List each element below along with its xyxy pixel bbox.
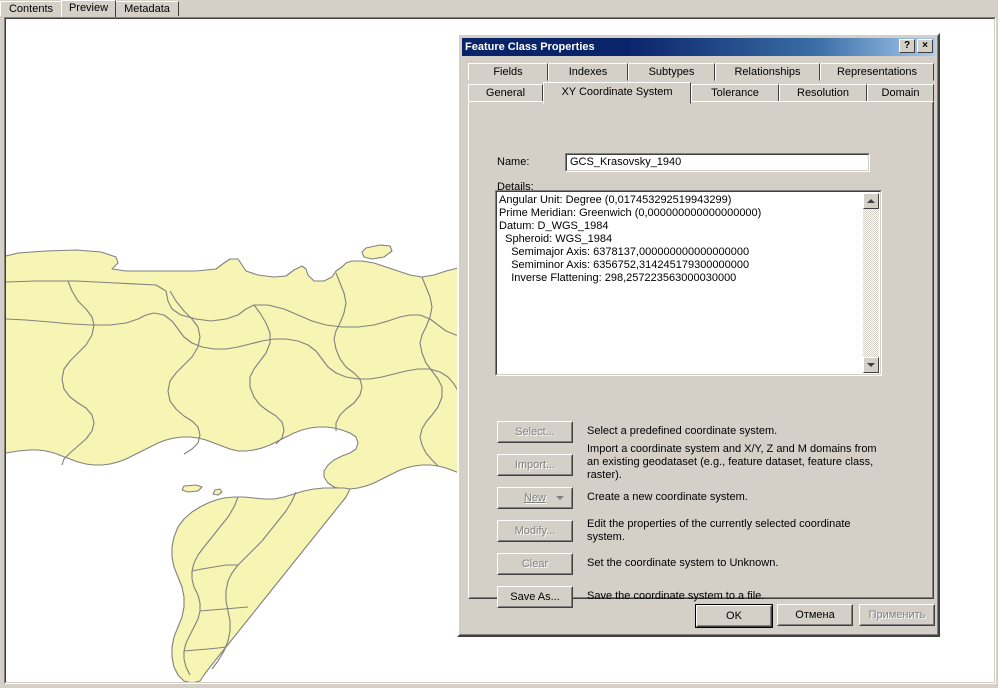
app-tab-strip-filler xyxy=(165,0,998,16)
details-line: Prime Meridian: Greenwich (0,00000000000… xyxy=(499,207,762,219)
details-line: Angular Unit: Degree (0,0174532925199432… xyxy=(499,194,732,206)
apply-button-label: Применить xyxy=(868,609,926,621)
cancel-button-label: Отмена xyxy=(795,609,835,621)
tab-general[interactable]: General xyxy=(468,84,543,102)
new-button-label: New xyxy=(524,492,546,504)
dialog-titlebar[interactable]: Feature Class Properties ? × xyxy=(462,38,935,56)
tab-relationships[interactable]: Relationships xyxy=(715,63,820,81)
name-label: Name: xyxy=(497,156,530,168)
details-line: Datum: D_WGS_1984 xyxy=(499,220,609,232)
details-box[interactable]: Angular Unit: Degree (0,0174532925199432… xyxy=(495,190,882,376)
save-as-button[interactable]: Save As... xyxy=(497,586,573,608)
details-list: Angular Unit: Degree (0,0174532925199432… xyxy=(499,194,862,372)
clear-button-label: Clear xyxy=(521,558,549,570)
details-line: Spheroid: WGS_1984 xyxy=(499,233,613,245)
tab-representations-label: Representations xyxy=(836,66,918,78)
tab-fields[interactable]: Fields xyxy=(468,63,548,81)
modify-button[interactable]: Modify... xyxy=(497,520,573,542)
app-tab-strip: Contents Preview Metadata xyxy=(0,0,998,17)
tab-representations[interactable]: Representations xyxy=(820,63,934,81)
tab-resolution[interactable]: Resolution xyxy=(779,84,867,102)
clear-description: Set the coordinate system to Unknown. xyxy=(587,557,779,569)
new-description: Create a new coordinate system. xyxy=(587,491,748,503)
cancel-button[interactable]: Отмена xyxy=(777,604,853,626)
tab-indexes-label: Indexes xyxy=(568,66,608,78)
screen: Contents Preview Metadata Feature Class … xyxy=(0,0,998,688)
name-input[interactable]: GCS_Krasovsky_1940 xyxy=(565,153,870,172)
new-button-label-text: New xyxy=(523,492,546,504)
app-tab-metadata[interactable]: Metadata xyxy=(115,1,179,16)
save-as-description: Save the coordinate system to a file. xyxy=(587,590,765,602)
tab-domain-label: Domain xyxy=(881,87,920,99)
app-tab-contents[interactable]: Contents xyxy=(0,1,62,16)
tab-indexes[interactable]: Indexes xyxy=(548,63,628,81)
titlebar-buttons: ? × xyxy=(899,39,933,53)
tab-resolution-label: Resolution xyxy=(797,87,849,99)
tab-tolerance-label: Tolerance xyxy=(711,87,759,99)
tab-domain[interactable]: Domain xyxy=(867,84,934,102)
tab-subtypes-label: Subtypes xyxy=(648,66,695,78)
details-line: Inverse Flattening: 298,2572235630000300… xyxy=(499,272,737,284)
new-button[interactable]: New xyxy=(497,487,573,509)
tab-general-label: General xyxy=(485,87,526,99)
app-tab-preview-label: Preview xyxy=(68,2,109,14)
select-button[interactable]: Select... xyxy=(497,421,573,443)
apply-button[interactable]: Применить xyxy=(859,604,935,626)
app-tab-contents-label: Contents xyxy=(8,3,54,15)
modify-button-label: Modify... xyxy=(514,525,556,537)
ok-button[interactable]: OK xyxy=(695,604,773,628)
import-button[interactable]: Import... xyxy=(497,454,573,476)
details-box-bevel: Angular Unit: Degree (0,0174532925199432… xyxy=(496,191,881,375)
tab-tolerance[interactable]: Tolerance xyxy=(691,84,779,102)
select-button-label: Select... xyxy=(515,426,555,438)
app-tab-preview[interactable]: Preview xyxy=(61,0,116,17)
import-description: Import a coordinate system and X/Y, Z an… xyxy=(587,443,877,481)
scroll-up-icon[interactable] xyxy=(863,193,879,209)
scroll-down-icon[interactable] xyxy=(863,357,879,373)
tab-panel-xy-coordinate-system: Name: GCS_Krasovsky_1940 Details: Angula… xyxy=(468,101,934,608)
dialog-title: Feature Class Properties xyxy=(465,41,595,53)
feature-class-properties-dialog[interactable]: Feature Class Properties ? × Fields Inde… xyxy=(457,33,940,637)
tab-panel-bevel: Name: GCS_Krasovsky_1940 Details: Angula… xyxy=(469,102,933,608)
details-scrollbar[interactable] xyxy=(863,193,879,373)
chevron-down-icon[interactable] xyxy=(556,496,564,500)
property-sheet-tabs: Fields Indexes Subtypes Relationships Re… xyxy=(468,63,934,104)
tab-xy-coordinate-system-label: XY Coordinate System xyxy=(561,86,673,98)
tab-xy-coordinate-system[interactable]: XY Coordinate System xyxy=(543,82,691,104)
ok-button-label: OK xyxy=(726,610,742,622)
details-line: Semimajor Axis: 6378137,0000000000000000… xyxy=(499,246,750,258)
name-input-value: GCS_Krasovsky_1940 xyxy=(566,154,869,171)
help-icon[interactable]: ? xyxy=(899,39,915,53)
close-icon[interactable]: × xyxy=(917,39,933,53)
clear-button[interactable]: Clear xyxy=(497,553,573,575)
tab-fields-label: Fields xyxy=(493,66,523,78)
app-tab-metadata-label: Metadata xyxy=(124,3,170,15)
select-description: Select a predefined coordinate system. xyxy=(587,425,778,437)
tab-relationships-label: Relationships xyxy=(734,66,801,78)
import-button-label: Import... xyxy=(514,459,556,471)
tab-subtypes[interactable]: Subtypes xyxy=(628,63,715,81)
save-as-button-label: Save As... xyxy=(510,591,560,603)
modify-description: Edit the properties of the currently sel… xyxy=(587,518,851,543)
details-line: Semiminor Axis: 6356752,3142451793000000… xyxy=(499,259,750,271)
